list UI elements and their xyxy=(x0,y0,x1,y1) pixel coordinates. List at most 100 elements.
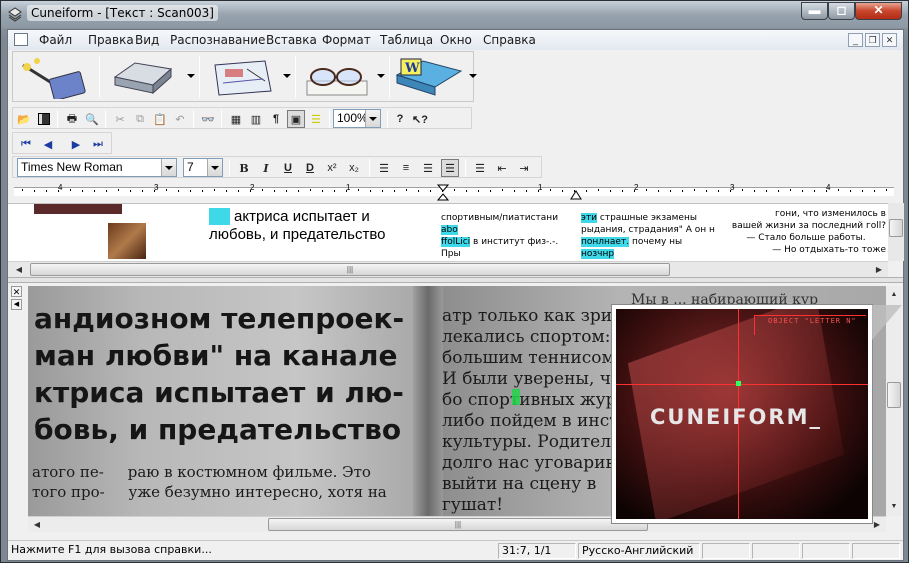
image-pane-vscroll-thumb[interactable] xyxy=(887,382,901,408)
chevron-down-icon[interactable] xyxy=(207,159,222,176)
ruler-tick xyxy=(418,190,419,192)
paragraph-marks-button[interactable]: ¶ xyxy=(267,110,285,128)
previous-page-button[interactable]: ◀ xyxy=(39,135,57,153)
layout-button[interactable] xyxy=(207,55,279,99)
highlight-lines-icon: ☰ xyxy=(311,113,321,126)
document-icon[interactable] xyxy=(14,33,28,46)
splash-overlay: OBJECT "LETTER N" CUNEIFORM_ xyxy=(612,305,872,523)
bold-button[interactable]: B xyxy=(235,159,253,177)
maximize-button[interactable]: ◻ xyxy=(828,2,855,20)
mdi-minimize-button[interactable]: _ xyxy=(848,33,863,47)
ruler-tick xyxy=(778,190,779,192)
print-button[interactable]: 🖶 xyxy=(63,110,81,128)
print-preview-button[interactable]: 🔍 xyxy=(83,110,101,128)
recognize-button[interactable] xyxy=(17,55,89,101)
spellcheck-dropdown-arrow[interactable] xyxy=(377,74,385,78)
ruler-tick xyxy=(610,190,611,192)
superscript-button[interactable]: x² xyxy=(323,159,341,177)
cut-button[interactable]: ✂ xyxy=(111,110,129,128)
pane-splitter[interactable] xyxy=(8,277,903,283)
open-button[interactable]: 📂 xyxy=(15,110,33,128)
pilcrow-icon: ¶ xyxy=(272,113,280,125)
right-indent-marker[interactable] xyxy=(570,190,582,202)
ruler-tick xyxy=(502,189,503,191)
indent-button[interactable]: ⇥ xyxy=(515,159,533,177)
menu-table[interactable]: Таблица xyxy=(380,33,433,47)
help-button[interactable]: ? xyxy=(391,110,409,128)
menu-view[interactable]: Вид xyxy=(135,33,159,47)
minimize-button[interactable]: ▬ xyxy=(801,2,828,20)
frame-button[interactable]: ▣ xyxy=(287,110,305,128)
title-bar[interactable]: Cuneiform - [Текст : Scan003] ▬ ◻ ✕ xyxy=(1,1,908,28)
menu-edit[interactable]: Правка xyxy=(88,33,134,47)
menu-file[interactable]: Файл xyxy=(39,33,72,47)
undo-button[interactable]: ↶ xyxy=(171,110,189,128)
close-button[interactable]: ✕ xyxy=(855,2,902,20)
recognized-text-pane[interactable]: актриса испытает и любовь, и предательст… xyxy=(8,203,888,261)
export-word-button[interactable]: W xyxy=(393,55,465,99)
image-pane-toggle-button[interactable]: ◀ xyxy=(11,299,22,310)
find-button[interactable]: 👓 xyxy=(199,110,217,128)
ruler-tick xyxy=(346,190,347,192)
copy-button[interactable]: ⧉ xyxy=(131,110,149,128)
ruler-tick xyxy=(190,190,191,192)
image-pane-close-button[interactable]: ✕ xyxy=(11,286,22,297)
justify-button[interactable]: ☰ xyxy=(441,159,459,177)
align-left-button[interactable]: ☰ xyxy=(375,159,393,177)
scroll-left-arrow[interactable]: ◀ xyxy=(30,518,44,531)
underline-button[interactable]: U xyxy=(279,159,297,177)
glasses-icon xyxy=(306,68,368,96)
ruler-tick xyxy=(850,190,851,192)
text-pane-vertical-scrollbar[interactable] xyxy=(888,203,904,261)
context-help-button[interactable]: ↖? xyxy=(411,110,429,128)
align-center-button[interactable]: ≡ xyxy=(397,159,415,177)
scroll-right-arrow[interactable]: ▶ xyxy=(870,518,884,531)
scroll-up-arrow[interactable]: ▲ xyxy=(887,288,901,301)
scroll-left-arrow[interactable]: ◀ xyxy=(12,263,26,276)
align-right-button[interactable]: ☰ xyxy=(419,159,437,177)
italic-button[interactable]: I xyxy=(257,159,275,177)
menu-format[interactable]: Формат xyxy=(322,33,371,47)
mdi-close-button[interactable]: ✕ xyxy=(882,33,897,47)
mdi-restore-button[interactable]: ❐ xyxy=(865,33,880,47)
save-button[interactable] xyxy=(35,110,53,128)
scan-button[interactable] xyxy=(109,55,181,99)
table-button[interactable]: ▦ xyxy=(227,110,245,128)
horizontal-ruler[interactable]: 4 3 2 1 1 2 3 4 xyxy=(8,180,903,202)
double-underline-button[interactable]: D xyxy=(301,159,319,177)
text-column-3: эти страшные экзамены рыдания, страдания… xyxy=(581,212,717,261)
paste-button[interactable]: 📋 xyxy=(151,110,169,128)
highlight-button[interactable]: ☰ xyxy=(307,110,325,128)
export-dropdown-arrow[interactable] xyxy=(469,74,477,78)
font-size-select[interactable]: 7 xyxy=(183,158,223,177)
next-page-button[interactable]: ▶ xyxy=(67,135,85,153)
chevron-down-icon[interactable] xyxy=(161,159,176,176)
left-indent-marker[interactable] xyxy=(437,184,449,202)
menu-insert[interactable]: Вставка xyxy=(266,33,317,47)
ruler-tick xyxy=(802,190,803,192)
font-name-select[interactable]: Times New Roman xyxy=(17,158,177,177)
last-page-button[interactable]: ⏭ xyxy=(89,135,107,153)
outdent-button[interactable]: ⇤ xyxy=(493,159,511,177)
columns-button[interactable]: ▥ xyxy=(247,110,265,128)
menu-recognition[interactable]: Распознавание xyxy=(170,33,265,47)
scan-dropdown-arrow[interactable] xyxy=(187,74,195,78)
layout-dropdown-arrow[interactable] xyxy=(283,74,291,78)
scroll-down-arrow[interactable]: ▼ xyxy=(887,500,901,513)
first-page-button[interactable]: ⏮ xyxy=(17,135,35,153)
menu-help[interactable]: Справка xyxy=(483,33,536,47)
line-spacing-button[interactable]: ☰ xyxy=(471,159,489,177)
subscript-button[interactable]: x₂ xyxy=(345,159,363,177)
text-pane-hscroll-thumb[interactable]: ||| xyxy=(30,263,670,276)
font-size-value: 7 xyxy=(187,160,194,174)
close-icon: ✕ xyxy=(873,3,884,17)
splash-object-label: OBJECT "LETTER N" xyxy=(768,317,857,325)
chevron-down-icon[interactable] xyxy=(365,110,380,127)
menu-window[interactable]: Окно xyxy=(440,33,472,47)
scroll-right-arrow[interactable]: ▶ xyxy=(872,263,886,276)
image-pane-hscroll-thumb[interactable]: ||| xyxy=(268,518,648,531)
spellcheck-button[interactable] xyxy=(301,55,373,99)
zoom-select[interactable]: 100% xyxy=(333,109,381,128)
text-pane-horizontal-scrollbar[interactable]: ◀ ||| ▶ xyxy=(8,261,888,277)
text-pane-vscroll-thumb[interactable] xyxy=(889,219,903,237)
